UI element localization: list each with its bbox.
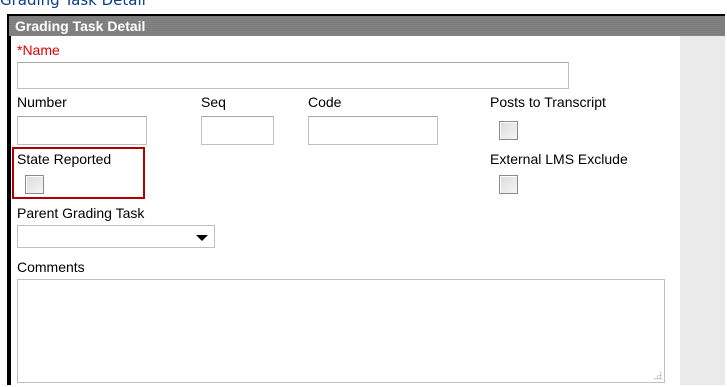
code-label: Code [308, 94, 342, 110]
seq-input[interactable] [201, 116, 274, 145]
number-input[interactable] [17, 116, 147, 145]
external-lms-exclude-checkbox[interactable] [499, 175, 518, 194]
seq-label: Seq [201, 94, 226, 110]
posts-to-transcript-checkbox[interactable] [499, 121, 518, 140]
posts-to-transcript-label: Posts to Transcript [490, 94, 606, 110]
external-lms-exclude-label: External LMS Exclude [490, 151, 628, 167]
page-heading-partial: Grading Task Detail [0, 0, 146, 9]
comments-textarea[interactable] [17, 279, 665, 383]
name-label: *Name [17, 42, 60, 58]
parent-grading-task-select[interactable] [17, 225, 215, 248]
number-label: Number [17, 94, 67, 110]
code-input[interactable] [308, 116, 438, 145]
chevron-down-icon [196, 235, 208, 241]
panel-title: Grading Task Detail [15, 18, 146, 34]
state-reported-checkbox[interactable] [25, 175, 44, 194]
comments-label: Comments [17, 259, 85, 275]
state-reported-label: State Reported [17, 151, 112, 167]
name-input[interactable] [17, 62, 569, 89]
side-gutter [680, 36, 725, 385]
parent-grading-task-label: Parent Grading Task [17, 205, 145, 221]
resize-grip-icon[interactable] [653, 371, 662, 380]
